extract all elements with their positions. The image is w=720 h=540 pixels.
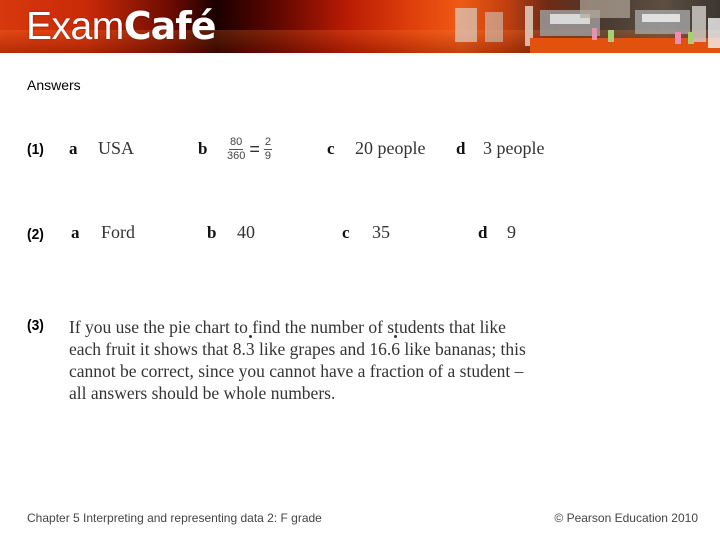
q2-part-a-letter: a	[71, 223, 80, 242]
q3-line-2-mid: like grapes and	[254, 339, 370, 359]
footer-chapter: Chapter 5 Interpreting and representing …	[27, 511, 322, 525]
q1-part-b-letter: b	[198, 139, 208, 158]
q2-part-b-letter: b	[207, 223, 217, 242]
q2-part-b-answer: 40	[237, 222, 255, 242]
q2-part-a-answer: Ford	[101, 222, 136, 242]
fraction-denominator: 9	[264, 150, 271, 162]
q1-part-b-answer: 80 360 = 2 9	[227, 137, 272, 162]
q3-line-2-end: like bananas; this	[399, 339, 526, 359]
fraction-numerator: 80	[229, 136, 244, 150]
grapes-value: 8.3	[232, 335, 255, 359]
fraction-2-9: 2 9	[263, 136, 272, 162]
q3-line-3: cannot be correct, since you cannot have…	[69, 361, 524, 381]
cafe-photo	[430, 0, 720, 53]
bananas-recurring-digit: 6	[391, 335, 400, 359]
fraction-numerator: 2	[263, 136, 272, 150]
q2-part-c-answer: 35	[372, 222, 390, 242]
q1-part-d-answer: 3 people	[483, 138, 545, 158]
q2-part-d-letter: d	[478, 223, 488, 242]
q1-part-a-answer: USA	[98, 138, 135, 158]
q3-line-2-start: each fruit it shows that	[69, 339, 233, 359]
q3-explanation: If you use the pie chart to find the num…	[69, 316, 609, 404]
equals-sign: =	[249, 139, 260, 159]
q3-line-2: each fruit it shows that 8.3 like grapes…	[69, 335, 609, 360]
grapes-recurring-digit: 3	[245, 335, 255, 359]
q3-line-4: all answers should be whole numbers.	[69, 383, 336, 403]
q2-part-c-letter: c	[342, 223, 350, 242]
fraction-denominator: 360	[227, 150, 246, 162]
q1-part-a-letter: a	[69, 139, 78, 158]
question-number-1: (1)	[27, 141, 44, 158]
bananas-whole: 16.	[369, 339, 392, 359]
bananas-value: 16.6	[369, 335, 400, 359]
grapes-whole: 8.	[232, 339, 246, 359]
question-number-3: (3)	[27, 317, 44, 334]
q1-part-c-letter: c	[327, 139, 335, 158]
q3-line-1: If you use the pie chart to find the num…	[69, 317, 506, 337]
exam-cafe-logo: ExamCafé	[26, 4, 217, 48]
q2-part-d-answer: 9	[507, 222, 516, 242]
exam-cafe-banner: ExamCafé	[0, 0, 720, 53]
question-number-2: (2)	[27, 226, 44, 243]
q1-part-c-answer: 20 people	[355, 138, 426, 158]
q1-part-d-letter: d	[456, 139, 466, 158]
fraction-80-360: 80 360	[227, 137, 245, 162]
footer-copyright: © Pearson Education 2010	[554, 511, 698, 525]
logo-exam: Exam	[26, 5, 124, 48]
section-title: Answers	[27, 77, 81, 93]
logo-cafe: Café	[123, 4, 217, 48]
